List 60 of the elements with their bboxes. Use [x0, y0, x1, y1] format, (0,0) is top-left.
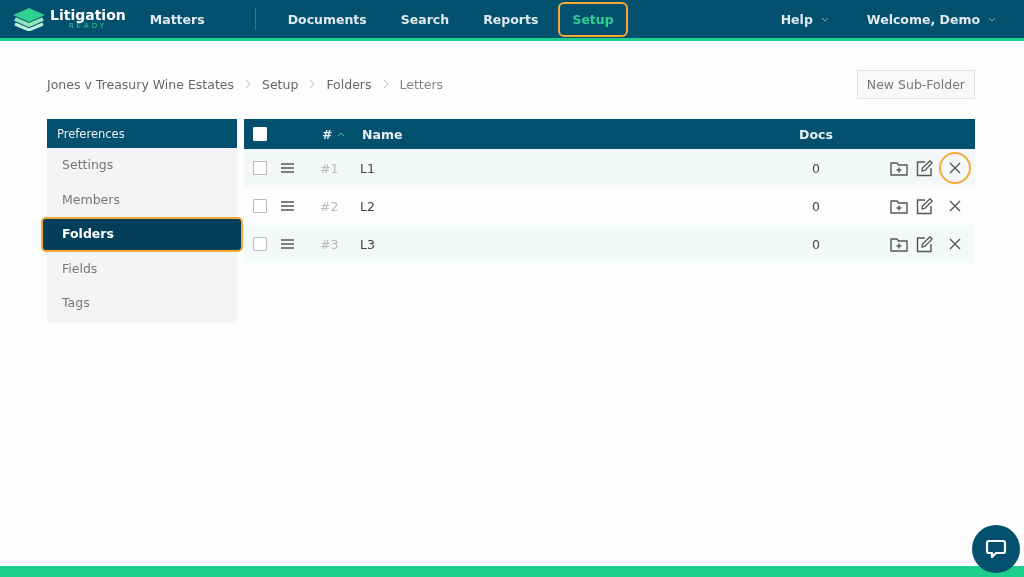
table-cell-text: L3 [360, 236, 376, 252]
table-cell-text: 0 [811, 160, 821, 176]
nav-menu[interactable]: Help [766, 1, 843, 37]
table-row[interactable]: #2 L2 0 [244, 187, 975, 225]
nav-tab[interactable]: Setup [558, 1, 628, 37]
table-row[interactable]: #3 L3 0 [244, 225, 975, 263]
column-header[interactable]: Name [362, 126, 781, 142]
drag-handle-icon[interactable] [281, 239, 294, 249]
breadcrumb-link[interactable]: Setup [262, 76, 299, 92]
table-cell-text: #2 [320, 198, 340, 214]
table-cell-text: #3 [320, 236, 340, 252]
caret-icon [820, 16, 829, 22]
breadcrumb-link[interactable]: Letters [399, 76, 444, 92]
select-all-checkbox[interactable] [253, 127, 267, 141]
chat-button[interactable] [972, 525, 1020, 573]
sidebar-item[interactable]: Settings [47, 148, 237, 183]
breadcrumb-link[interactable]: Jones v Treasury Wine Estates [47, 76, 234, 92]
sidebar-item[interactable]: Folders [41, 217, 243, 252]
row-checkbox[interactable] [253, 199, 267, 213]
chat-bubble-icon [985, 538, 1007, 560]
breadcrumb-link[interactable]: Folders [326, 76, 372, 92]
close-icon [949, 162, 961, 174]
delete-button[interactable] [939, 152, 971, 184]
close-icon [949, 238, 961, 250]
table-cell-text: #1 [320, 160, 340, 176]
folder-plus-icon[interactable] [890, 198, 908, 214]
sidebar-item[interactable]: Members [47, 182, 237, 217]
new-sub-folder-button[interactable]: New Sub-Folder [856, 69, 975, 99]
nav-tab[interactable]: Reports [469, 1, 553, 37]
edit-icon[interactable] [916, 235, 933, 253]
row-checkbox[interactable] [253, 237, 267, 251]
close-icon [949, 200, 961, 212]
nav-menu[interactable]: Welcome, Demo [852, 1, 1010, 37]
nav-tab[interactable]: Matters [135, 1, 219, 37]
sidebar-header: Preferences [47, 119, 237, 148]
column-header[interactable]: # [322, 126, 333, 142]
drag-handle-icon[interactable] [281, 163, 294, 173]
table-cell-text: L2 [360, 198, 376, 214]
row-checkbox[interactable] [253, 161, 267, 175]
nav-tab[interactable]: Documents [273, 1, 381, 37]
chevron-icon [382, 79, 389, 89]
sidebar-item[interactable]: Tags [47, 286, 237, 321]
sort-up-icon [337, 131, 346, 137]
edit-icon[interactable] [916, 197, 933, 215]
caret-icon [988, 16, 996, 22]
table-cell-text: 0 [811, 236, 821, 252]
layers-logo-icon [12, 7, 46, 31]
table-cell-text: 0 [811, 198, 821, 214]
folder-plus-icon[interactable] [890, 160, 908, 176]
brand-name: Litigation [50, 8, 126, 22]
edit-icon[interactable] [916, 159, 933, 177]
folder-plus-icon[interactable] [890, 236, 908, 252]
chevron-icon [245, 79, 251, 89]
nav-tab[interactable]: Search [386, 1, 464, 37]
chevron-icon [309, 79, 316, 89]
table-row[interactable]: #1 L1 0 [244, 149, 975, 187]
table-cell-text: L1 [360, 160, 376, 176]
column-header[interactable]: Docs [781, 126, 851, 142]
sidebar-item[interactable]: Fields [47, 251, 237, 286]
drag-handle-icon[interactable] [281, 201, 294, 211]
